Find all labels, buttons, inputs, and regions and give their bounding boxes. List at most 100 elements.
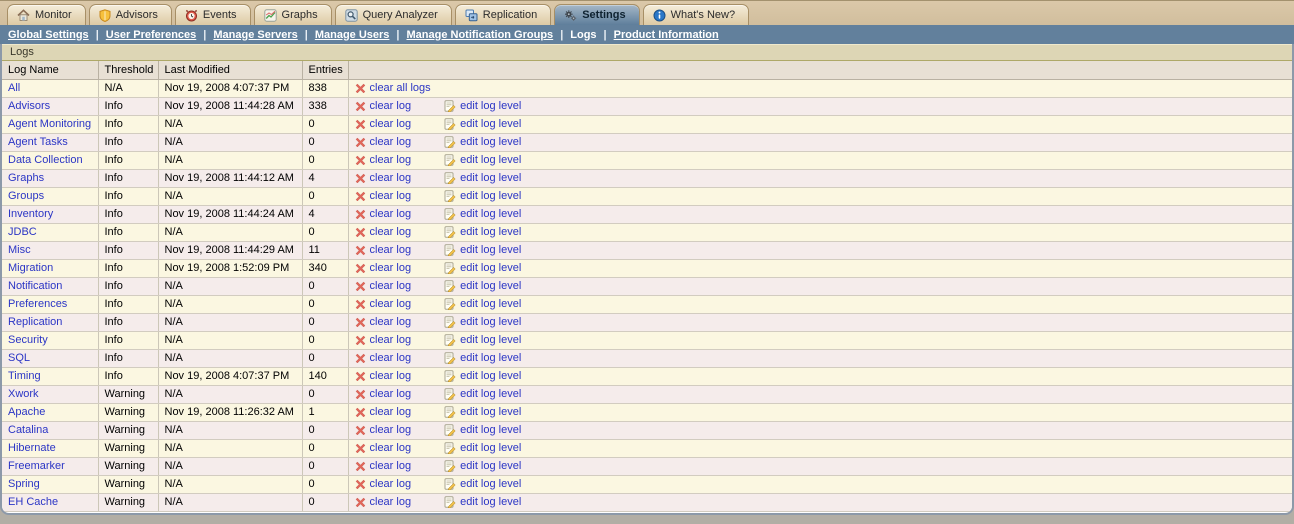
nav-global-settings[interactable]: Global Settings (8, 29, 89, 41)
edit-log-level-action[interactable]: edit log level (444, 280, 521, 292)
tab-replication[interactable]: Replication (455, 4, 551, 25)
clear-log-link[interactable]: clear log (370, 424, 412, 436)
clear-log-action[interactable]: clear log (355, 172, 412, 184)
nav-product-information[interactable]: Product Information (614, 29, 719, 41)
edit-log-level-action[interactable]: edit log level (444, 478, 521, 490)
clear-log-link[interactable]: clear log (370, 280, 412, 292)
log-name-link[interactable]: Advisors (8, 100, 50, 112)
edit-log-level-link[interactable]: edit log level (460, 316, 521, 328)
edit-log-level-link[interactable]: edit log level (460, 442, 521, 454)
edit-log-level-link[interactable]: edit log level (460, 424, 521, 436)
edit-log-level-action[interactable]: edit log level (444, 460, 521, 472)
clear-log-action[interactable]: clear log (355, 136, 412, 148)
tab-graphs[interactable]: Graphs (254, 4, 332, 25)
edit-log-level-action[interactable]: edit log level (444, 442, 521, 454)
edit-log-level-link[interactable]: edit log level (460, 136, 521, 148)
tab-events[interactable]: Events (175, 4, 251, 25)
log-name-link[interactable]: Migration (8, 262, 53, 274)
clear-log-link[interactable]: clear log (370, 406, 412, 418)
edit-log-level-action[interactable]: edit log level (444, 424, 521, 436)
edit-log-level-action[interactable]: edit log level (444, 298, 521, 310)
edit-log-level-link[interactable]: edit log level (460, 388, 521, 400)
clear-log-action[interactable]: clear log (355, 478, 412, 490)
clear-log-link[interactable]: clear log (370, 208, 412, 220)
log-name-link[interactable]: Data Collection (8, 154, 83, 166)
clear-log-action[interactable]: clear log (355, 316, 412, 328)
clear-log-action[interactable]: clear log (355, 406, 412, 418)
clear-log-action[interactable]: clear log (355, 460, 412, 472)
log-name-link[interactable]: Timing (8, 370, 41, 382)
clear-log-action[interactable]: clear log (355, 100, 412, 112)
edit-log-level-link[interactable]: edit log level (460, 190, 521, 202)
clear-log-action[interactable]: clear all logs (355, 82, 431, 94)
clear-log-link[interactable]: clear log (370, 334, 412, 346)
clear-log-link[interactable]: clear log (370, 154, 412, 166)
clear-log-action[interactable]: clear log (355, 262, 412, 274)
clear-log-action[interactable]: clear log (355, 154, 412, 166)
clear-log-link[interactable]: clear log (370, 190, 412, 202)
clear-log-link[interactable]: clear log (370, 370, 412, 382)
log-name-link[interactable]: JDBC (8, 226, 37, 238)
edit-log-level-action[interactable]: edit log level (444, 244, 521, 256)
clear-log-link[interactable]: clear log (370, 316, 412, 328)
clear-log-link[interactable]: clear log (370, 460, 412, 472)
clear-log-link[interactable]: clear log (370, 136, 412, 148)
tab-monitor[interactable]: Monitor (7, 4, 86, 25)
edit-log-level-action[interactable]: edit log level (444, 262, 521, 274)
clear-log-link[interactable]: clear log (370, 388, 412, 400)
edit-log-level-action[interactable]: edit log level (444, 190, 521, 202)
edit-log-level-link[interactable]: edit log level (460, 172, 521, 184)
edit-log-level-link[interactable]: edit log level (460, 460, 521, 472)
edit-log-level-link[interactable]: edit log level (460, 262, 521, 274)
edit-log-level-action[interactable]: edit log level (444, 334, 521, 346)
clear-log-action[interactable]: clear log (355, 334, 412, 346)
clear-log-action[interactable]: clear log (355, 208, 412, 220)
log-name-link[interactable]: Hibernate (8, 442, 56, 454)
edit-log-level-action[interactable]: edit log level (444, 154, 521, 166)
log-name-link[interactable]: Replication (8, 316, 62, 328)
edit-log-level-link[interactable]: edit log level (460, 280, 521, 292)
clear-log-action[interactable]: clear log (355, 388, 412, 400)
tab-advisors[interactable]: Advisors (89, 4, 172, 25)
log-name-link[interactable]: Inventory (8, 208, 53, 220)
nav-user-preferences[interactable]: User Preferences (106, 29, 197, 41)
edit-log-level-link[interactable]: edit log level (460, 100, 521, 112)
clear-log-link[interactable]: clear log (370, 352, 412, 364)
clear-log-link[interactable]: clear log (370, 118, 412, 130)
edit-log-level-action[interactable]: edit log level (444, 388, 521, 400)
edit-log-level-action[interactable]: edit log level (444, 118, 521, 130)
edit-log-level-action[interactable]: edit log level (444, 172, 521, 184)
clear-log-link[interactable]: clear log (370, 442, 412, 454)
clear-log-link[interactable]: clear log (370, 244, 412, 256)
edit-log-level-action[interactable]: edit log level (444, 208, 521, 220)
clear-log-link[interactable]: clear log (370, 226, 412, 238)
edit-log-level-link[interactable]: edit log level (460, 298, 521, 310)
clear-log-link[interactable]: clear log (370, 298, 412, 310)
log-name-link[interactable]: Spring (8, 478, 40, 490)
log-name-link[interactable]: SQL (8, 352, 30, 364)
edit-log-level-action[interactable]: edit log level (444, 226, 521, 238)
log-name-link[interactable]: Apache (8, 406, 45, 418)
edit-log-level-link[interactable]: edit log level (460, 226, 521, 238)
edit-log-level-action[interactable]: edit log level (444, 352, 521, 364)
edit-log-level-link[interactable]: edit log level (460, 406, 521, 418)
log-name-link[interactable]: Agent Monitoring (8, 118, 91, 130)
log-name-link[interactable]: Preferences (8, 298, 67, 310)
log-name-link[interactable]: Freemarker (8, 460, 65, 472)
log-name-link[interactable]: EH Cache (8, 496, 58, 508)
clear-log-action[interactable]: clear log (355, 496, 412, 508)
edit-log-level-link[interactable]: edit log level (460, 496, 521, 508)
log-name-link[interactable]: Security (8, 334, 48, 346)
clear-log-link[interactable]: clear log (370, 100, 412, 112)
clear-log-action[interactable]: clear log (355, 190, 412, 202)
log-name-link[interactable]: Groups (8, 190, 44, 202)
tab-whats-new[interactable]: What's New? (643, 4, 749, 25)
log-name-link[interactable]: Agent Tasks (8, 136, 68, 148)
edit-log-level-link[interactable]: edit log level (460, 370, 521, 382)
edit-log-level-action[interactable]: edit log level (444, 406, 521, 418)
edit-log-level-link[interactable]: edit log level (460, 478, 521, 490)
clear-log-action[interactable]: clear log (355, 352, 412, 364)
edit-log-level-link[interactable]: edit log level (460, 208, 521, 220)
clear-log-action[interactable]: clear log (355, 280, 412, 292)
clear-log-action[interactable]: clear log (355, 424, 412, 436)
